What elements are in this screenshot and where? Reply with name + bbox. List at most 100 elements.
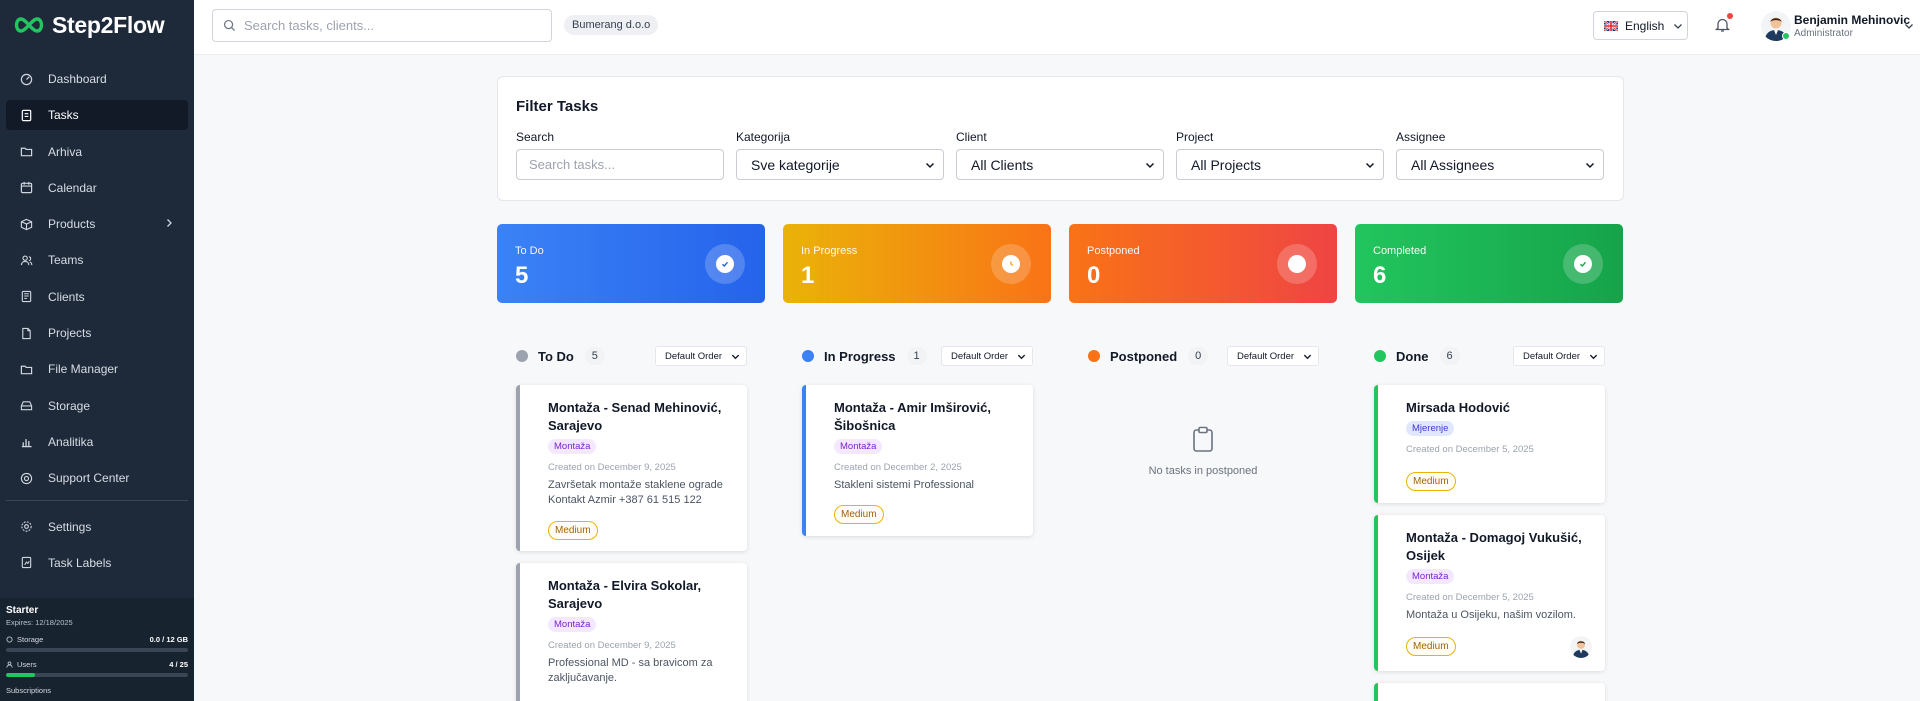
users-label: Users — [17, 660, 37, 669]
task-card[interactable]: Montaža - Domagoj Vukušić, Osijek Montaž… — [1374, 515, 1605, 671]
brand-name: Step2Flow — [52, 11, 165, 38]
task-card[interactable]: Montaža - Senad Mehinović, Sarajevo Mont… — [516, 385, 747, 551]
filter-search-input[interactable] — [516, 149, 724, 180]
order-select-done[interactable]: Default Order — [1513, 346, 1605, 366]
sidebar-item-file-manager[interactable]: File Manager — [6, 354, 188, 384]
task-card[interactable]: Montaža - Amir Imširović, Šibošnica Mont… — [802, 385, 1033, 536]
assignee-select[interactable]: All Assignees — [1396, 149, 1604, 180]
sidebar-item-arhiva[interactable]: Arhiva — [6, 137, 188, 167]
stat-card-postponed[interactable]: Postponed 0 — [1069, 224, 1337, 303]
filter-search-label: Search — [516, 130, 555, 144]
stat-value: 6 — [1373, 262, 1387, 289]
category-select-value: Sve kategorije — [751, 156, 840, 173]
projects-icon — [20, 327, 33, 340]
client-select[interactable]: All Clients — [956, 149, 1164, 180]
stat-label: Postponed — [1087, 245, 1140, 257]
sidebar-item-storage[interactable]: Storage — [6, 391, 188, 421]
filter-category-label: Kategorija — [736, 130, 791, 144]
chevron-down-icon[interactable] — [1904, 21, 1914, 31]
filter-category-group: Kategorija Sve kategorije — [736, 130, 944, 180]
stat-card-in-progress[interactable]: In Progress 1 — [783, 224, 1051, 303]
box-icon — [20, 218, 33, 231]
teams-icon — [20, 254, 33, 267]
task-card[interactable]: Montaža - Elvira Sokolar, Sarajevo Monta… — [516, 563, 747, 701]
clipboard-icon — [1193, 426, 1213, 452]
subscriptions-link[interactable]: Subscriptions — [6, 686, 188, 695]
task-priority-badge: Medium — [1406, 472, 1456, 491]
task-category-tag: Mjerenje — [1406, 421, 1455, 436]
column-title: To Do — [538, 348, 574, 364]
brand-logo[interactable]: Step2Flow — [12, 11, 165, 38]
task-card[interactable] — [1374, 683, 1605, 701]
chevron-down-icon — [1145, 162, 1155, 169]
task-title: Montaža - Amir Imširović, Šibošnica — [834, 400, 991, 433]
filter-search-group: Search — [516, 130, 724, 180]
sidebar-item-task-labels[interactable]: Task Labels — [6, 548, 188, 578]
order-select-in-progress[interactable]: Default Order — [941, 346, 1033, 366]
storage-icon — [20, 399, 33, 412]
sidebar-item-calendar[interactable]: Calendar — [6, 173, 188, 203]
sidebar-item-products[interactable]: Products — [6, 209, 188, 239]
order-select-postponed[interactable]: Default Order — [1227, 346, 1319, 366]
column-title: In Progress — [824, 348, 896, 364]
users-meter: Users 4 / 25 — [6, 660, 188, 677]
sidebar-divider — [6, 499, 188, 501]
sidebar-item-label: Projects — [48, 326, 92, 341]
sidebar-item-label: Storage — [48, 398, 91, 413]
assignee-avatar[interactable] — [1570, 636, 1592, 658]
task-category-tag: Montaža — [548, 617, 597, 632]
task-created-date: Created on December 9, 2025 — [548, 640, 676, 651]
online-status-dot — [1782, 32, 1790, 40]
chevron-down-icon — [1674, 23, 1683, 29]
company-badge[interactable]: Bumerang d.o.o — [564, 15, 659, 35]
sidebar-item-clients[interactable]: Clients — [6, 282, 188, 312]
global-search-input[interactable] — [244, 18, 534, 33]
subscription-panel: Starter Expires: 12/18/2025 Storage 0.0 … — [0, 598, 194, 701]
sidebar-item-tasks[interactable]: Tasks — [6, 100, 188, 131]
task-created-date: Created on December 9, 2025 — [548, 462, 676, 473]
task-created-date: Created on December 5, 2025 — [1406, 444, 1534, 455]
chevron-down-icon — [731, 354, 740, 360]
label-icon — [20, 556, 33, 569]
task-card[interactable]: Mirsada Hodović Mjerenje Created on Dece… — [1374, 385, 1605, 503]
project-select[interactable]: All Projects — [1176, 149, 1384, 180]
stat-value: 0 — [1087, 262, 1101, 289]
order-select-todo[interactable]: Default Order — [655, 346, 747, 366]
stat-card-completed[interactable]: Completed 6 — [1355, 224, 1623, 303]
task-category-tag: Montaža — [1406, 569, 1455, 584]
column-status-dot — [802, 350, 814, 362]
user-name[interactable]: Benjamin Mehinovic — [1794, 13, 1910, 27]
stat-icon-ring — [1277, 244, 1317, 284]
sidebar-item-analitika[interactable]: Analitika — [6, 427, 188, 457]
chevron-down-icon — [1585, 162, 1595, 169]
storage-bar — [6, 648, 188, 652]
check-circle-icon — [1574, 255, 1592, 273]
stat-label: In Progress — [801, 245, 858, 257]
task-category-tag: Montaža — [834, 439, 883, 454]
category-select[interactable]: Sve kategorije — [736, 149, 944, 180]
column-status-dot — [1088, 350, 1100, 362]
column-header-postponed: Postponed 0 — [1088, 346, 1209, 366]
global-search[interactable] — [212, 9, 552, 42]
sidebar-item-label: Arhiva — [48, 144, 83, 159]
client-select-value: All Clients — [971, 156, 1034, 173]
column-header-in-progress: In Progress 1 — [802, 346, 927, 366]
column-title: Done — [1396, 348, 1429, 364]
infinity-logo-icon — [14, 17, 44, 33]
chevron-down-icon — [1017, 354, 1026, 360]
calendar-icon — [20, 181, 33, 194]
language-selector[interactable]: English — [1593, 11, 1688, 40]
stat-card-todo[interactable]: To Do 5 — [497, 224, 765, 303]
sidebar-item-label: Dashboard — [48, 72, 107, 86]
filter-client-group: Client All Clients — [956, 130, 1164, 180]
sidebar-item-dashboard[interactable]: Dashboard — [6, 64, 188, 94]
topbar: Bumerang d.o.o English Benjamin Mehinovi… — [194, 0, 1920, 55]
sidebar-item-settings[interactable]: Settings — [6, 512, 188, 542]
filter-assignee-group: Assignee All Assignees — [1396, 130, 1604, 180]
sidebar-nav: Dashboard Tasks Arhiva Calendar Products… — [6, 64, 188, 584]
sidebar-item-support-center[interactable]: Support Center — [6, 463, 188, 493]
sidebar-item-teams[interactable]: Teams — [6, 245, 188, 275]
chevron-down-icon — [925, 162, 935, 169]
sidebar-item-projects[interactable]: Projects — [6, 318, 188, 348]
notification-dot — [1727, 13, 1733, 19]
